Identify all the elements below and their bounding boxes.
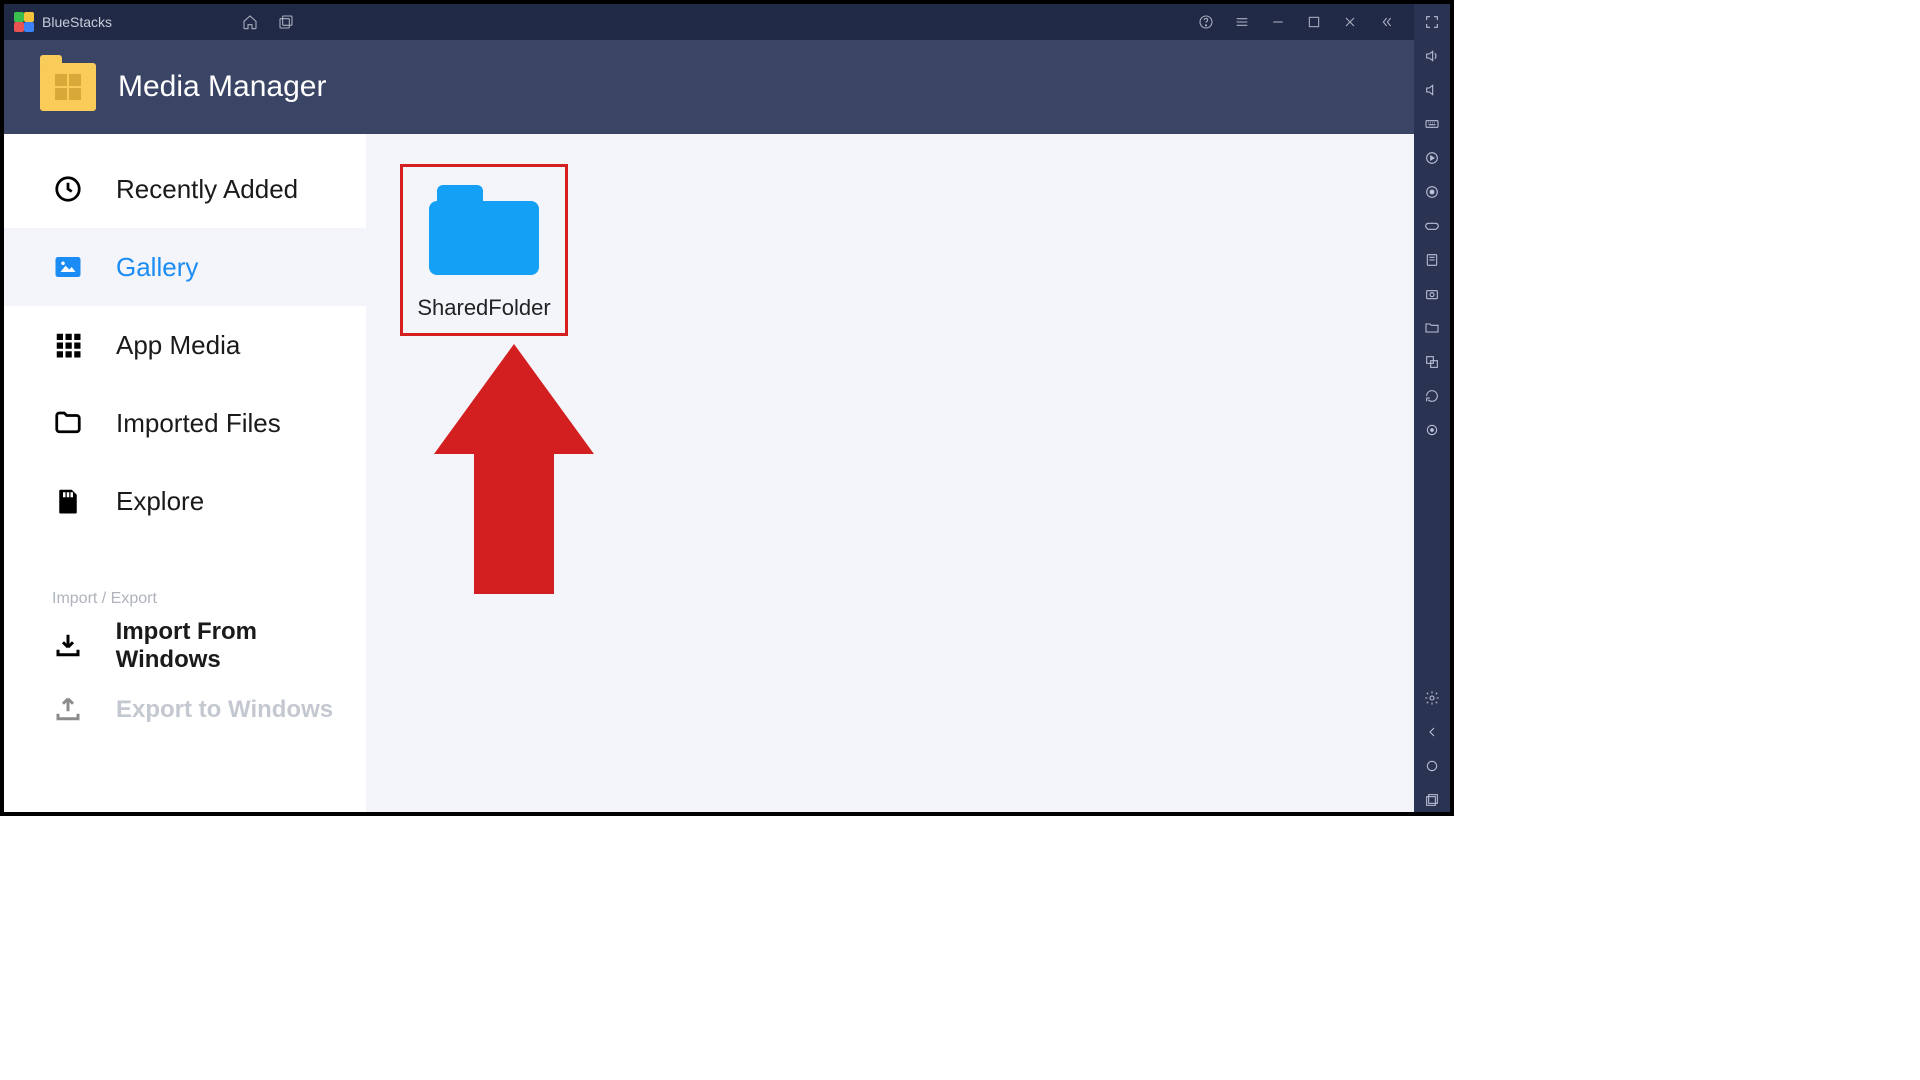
content-area: SharedFolder xyxy=(366,134,1414,812)
import-icon xyxy=(52,630,84,662)
right-toolbar xyxy=(1414,4,1450,812)
sidebar-item-label: Gallery xyxy=(116,252,198,283)
volume-down-icon[interactable] xyxy=(1420,78,1444,102)
help-icon[interactable] xyxy=(1194,10,1218,34)
folder-outline-icon xyxy=(52,407,84,439)
fullscreen-icon[interactable] xyxy=(1420,10,1444,34)
folder-icon xyxy=(429,185,539,275)
gamepad-icon[interactable] xyxy=(1420,214,1444,238)
sidebar: Recently Added Gallery App Media xyxy=(4,134,366,812)
sidebar-action-label: Export to Windows xyxy=(116,696,333,724)
multi-instance-icon[interactable] xyxy=(1420,350,1444,374)
multi-window-icon[interactable] xyxy=(274,10,298,34)
sidebar-item-app-media[interactable]: App Media xyxy=(4,306,366,384)
sidebar-item-imported-files[interactable]: Imported Files xyxy=(4,384,366,462)
close-icon[interactable] xyxy=(1338,10,1362,34)
hamburger-icon[interactable] xyxy=(1230,10,1254,34)
sidebar-item-recently-added[interactable]: Recently Added xyxy=(4,150,366,228)
minimize-icon[interactable] xyxy=(1266,10,1290,34)
collapse-icon[interactable] xyxy=(1374,10,1398,34)
recents-icon[interactable] xyxy=(1420,788,1444,812)
folder-icon[interactable] xyxy=(1420,316,1444,340)
sidebar-action-export[interactable]: Export to Windows xyxy=(4,678,366,742)
clock-icon xyxy=(52,173,84,205)
sidebar-item-label: Recently Added xyxy=(116,174,298,205)
sidebar-item-explore[interactable]: Explore xyxy=(4,462,366,540)
app-name-label: BlueStacks xyxy=(42,14,112,30)
settings-icon[interactable] xyxy=(1420,686,1444,710)
media-manager-folder-icon xyxy=(40,63,96,111)
app-header: Media Manager xyxy=(4,40,1414,134)
export-icon xyxy=(52,694,84,726)
bluestacks-logo-icon xyxy=(14,12,34,32)
sd-card-icon xyxy=(52,485,84,517)
location-icon[interactable] xyxy=(1420,418,1444,442)
sidebar-item-gallery[interactable]: Gallery xyxy=(4,228,366,306)
maximize-icon[interactable] xyxy=(1302,10,1326,34)
back-icon[interactable] xyxy=(1420,720,1444,744)
folder-sharedfolder[interactable]: SharedFolder xyxy=(400,164,568,336)
android-home-icon[interactable] xyxy=(1420,754,1444,778)
sidebar-item-label: Imported Files xyxy=(116,408,281,439)
folder-label: SharedFolder xyxy=(409,295,559,321)
rotate-icon[interactable] xyxy=(1420,384,1444,408)
sidebar-action-import[interactable]: Import From Windows xyxy=(4,614,366,678)
keyboard-icon[interactable] xyxy=(1420,112,1444,136)
install-apk-icon[interactable] xyxy=(1420,248,1444,272)
annotation-arrow-icon xyxy=(434,344,594,594)
sidebar-action-label: Import From Windows xyxy=(116,618,366,674)
page-title: Media Manager xyxy=(118,70,326,104)
macro-record-icon[interactable] xyxy=(1420,180,1444,204)
sidebar-item-label: Explore xyxy=(116,486,204,517)
volume-up-icon[interactable] xyxy=(1420,44,1444,68)
titlebar: BlueStacks xyxy=(4,4,1414,40)
apps-icon xyxy=(52,329,84,361)
macro-play-icon[interactable] xyxy=(1420,146,1444,170)
screenshot-icon[interactable] xyxy=(1420,282,1444,306)
home-icon[interactable] xyxy=(238,10,262,34)
image-icon xyxy=(52,251,84,283)
sidebar-item-label: App Media xyxy=(116,330,240,361)
sidebar-section-label: Import / Export xyxy=(4,590,366,608)
